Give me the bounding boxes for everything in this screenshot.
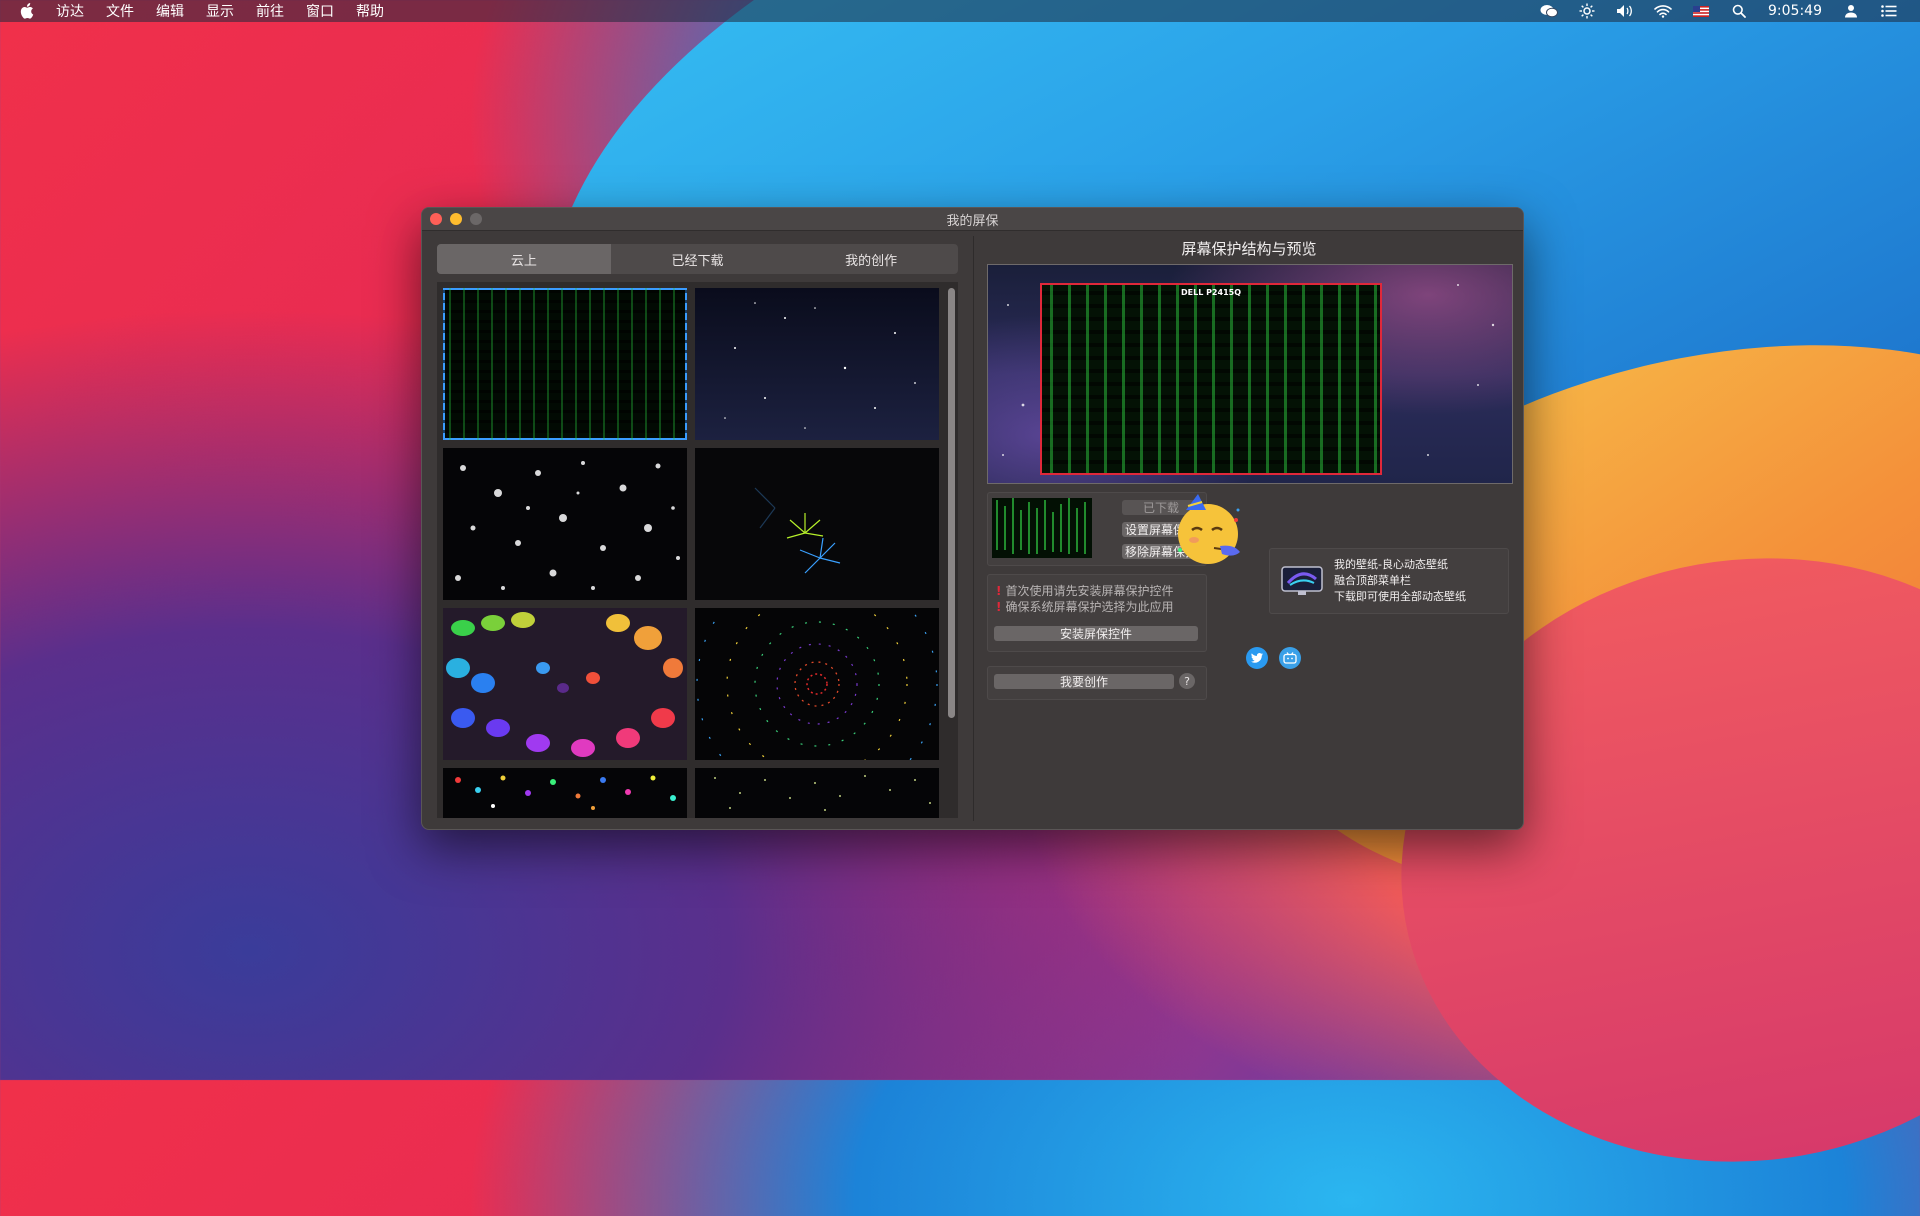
us-flag-icon[interactable] (1692, 3, 1710, 19)
menu-item-go[interactable]: 前往 (256, 1, 284, 21)
warning-icon: ! (996, 584, 1002, 598)
twitter-icon[interactable] (1246, 647, 1268, 669)
screensaver-thumb-fireworks[interactable] (695, 448, 939, 600)
promo-line-2: 融合顶部菜单栏 (1334, 574, 1411, 587)
monitor-preview: DELL P2415Q (1040, 283, 1382, 475)
tab-bar: 云上 已经下载 我的创作 (437, 244, 958, 274)
screensaver-thumb-sparkles[interactable] (695, 768, 939, 818)
app-window: 我的屏保 云上 已经下载 我的创作 屏幕保护结构与预览 DELL P2415Q … (421, 207, 1524, 830)
menu-item-view[interactable]: 显示 (206, 1, 234, 21)
menu-item-window[interactable]: 窗口 (306, 1, 334, 21)
screensaver-thumb-matrix[interactable] (443, 288, 687, 440)
promo-line-3: 下载即可使用全部动态壁纸 (1334, 590, 1466, 603)
menu-item-edit[interactable]: 编辑 (156, 1, 184, 21)
install-note-2: ! 确保系统屏幕保护选择为此应用 (996, 600, 1174, 614)
menu-bar-clock[interactable]: 9:05:49 (1768, 3, 1822, 19)
screensaver-grid (437, 282, 958, 818)
tab-downloaded[interactable]: 已经下载 (611, 244, 785, 274)
screensaver-thumb-color-vortex[interactable] (695, 608, 939, 760)
wifi-icon[interactable] (1654, 3, 1672, 19)
help-button[interactable]: ? (1179, 673, 1195, 689)
menu-item-finder[interactable]: 访达 (56, 1, 84, 21)
screensaver-thumb-confetti[interactable] (443, 768, 687, 818)
menu-bar: 访达 文件 编辑 显示 前往 窗口 帮助 9:05:49 (0, 0, 1920, 22)
install-note-1: ! 首次使用请先安装屏幕保护控件 (996, 584, 1174, 598)
create-button[interactable]: 我要创作 (994, 674, 1174, 689)
grid-scrollbar[interactable] (948, 288, 955, 718)
tab-my-creations[interactable]: 我的创作 (784, 244, 958, 274)
screensaver-thumb-snow-particles[interactable] (443, 448, 687, 600)
install-plugin-button[interactable]: 安装屏保控件 (994, 626, 1198, 641)
promo-line-1: 我的壁纸-良心动态壁纸 (1334, 558, 1448, 571)
control-center-list-icon[interactable] (1880, 3, 1898, 19)
tab-cloud[interactable]: 云上 (437, 244, 611, 274)
preview-area: DELL P2415Q (987, 264, 1513, 484)
volume-icon[interactable] (1616, 3, 1634, 19)
party-face-emoji-icon (1178, 494, 1240, 564)
bilibili-icon[interactable] (1279, 647, 1301, 669)
screensaver-thumb-starry-sky[interactable] (695, 288, 939, 440)
wechat-icon[interactable] (1540, 3, 1559, 19)
spotlight-search-icon[interactable] (1730, 3, 1748, 19)
window-title: 我的屏保 (946, 213, 999, 229)
brightness-icon[interactable] (1578, 3, 1596, 19)
title-bar[interactable]: 我的屏保 (422, 208, 1523, 231)
menu-item-help[interactable]: 帮助 (356, 1, 384, 21)
panel-divider (973, 236, 974, 821)
monitor-label: DELL P2415Q (1180, 288, 1241, 297)
menu-item-file[interactable]: 文件 (106, 1, 134, 21)
preview-title: 屏幕保护结构与预览 (1181, 240, 1317, 258)
screensaver-thumb-rainbow-spiral[interactable] (443, 608, 687, 760)
promo-box[interactable]: 我的壁纸-良心动态壁纸 融合顶部菜单栏 下载即可使用全部动态壁纸 (1269, 548, 1509, 614)
user-icon[interactable] (1842, 3, 1860, 19)
selected-screensaver-thumb (992, 498, 1092, 558)
warning-icon: ! (996, 600, 1002, 614)
wallpaper-app-icon (1281, 566, 1323, 595)
apple-icon[interactable] (20, 3, 34, 19)
